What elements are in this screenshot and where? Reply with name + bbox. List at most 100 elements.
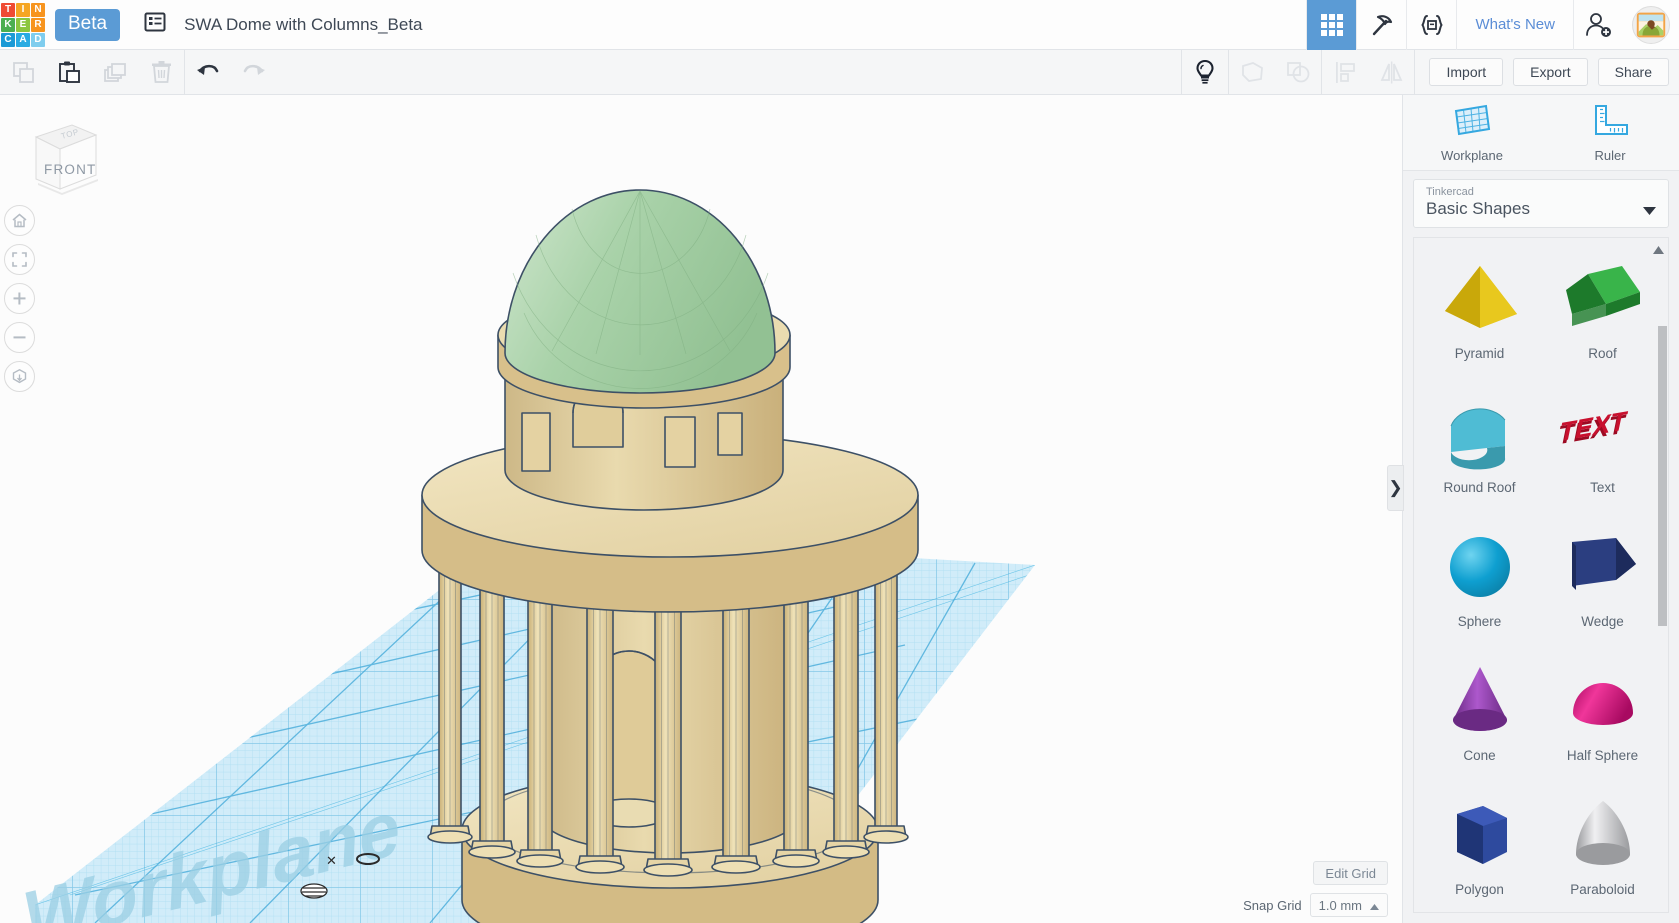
- light-bulb-icon[interactable]: [1182, 50, 1228, 95]
- shape-label: Round Roof: [1443, 480, 1516, 495]
- shape-library-dropdown[interactable]: Tinkercad Basic Shapes: [1413, 179, 1669, 228]
- ruler-icon: [1590, 103, 1630, 143]
- model-swa-dome[interactable]: [421, 189, 919, 923]
- shape-label: Sphere: [1457, 614, 1502, 629]
- export-button[interactable]: Export: [1513, 58, 1588, 86]
- zoom-out-button[interactable]: [4, 322, 35, 353]
- snap-grid-row: Snap Grid 1.0 mm: [1243, 893, 1388, 917]
- chevron-up-icon: [1370, 898, 1379, 913]
- logo-tile-n-2: N: [31, 2, 45, 17]
- polygon-icon: [1437, 788, 1523, 882]
- logo-tile-c-6: C: [1, 32, 15, 47]
- zoom-in-button[interactable]: [4, 283, 35, 314]
- delete-button[interactable]: [138, 50, 184, 95]
- edit-toolbar: Import Export Share: [0, 49, 1679, 95]
- shapes-panel: ❯ Workplane Ruler Tinkercad Basic Shapes…: [1387, 95, 1679, 923]
- shapes-scrollbar[interactable]: [1658, 326, 1667, 626]
- shape-item-wedge[interactable]: Wedge: [1541, 520, 1664, 650]
- beta-badge: Beta: [55, 8, 121, 41]
- shape-label: Half Sphere: [1566, 748, 1639, 763]
- logo-tile-a-7: A: [16, 32, 30, 47]
- snap-grid-select[interactable]: 1.0 mm: [1309, 893, 1388, 917]
- mirror-button[interactable]: [1368, 50, 1414, 95]
- paraboloid-icon: [1560, 788, 1646, 882]
- clipboard-group: [0, 50, 184, 95]
- tinkercad-app: TIN KER CAD Beta SWA Dome with Columns_Bet…: [0, 0, 1679, 923]
- logo-tile-t-0: T: [1, 2, 15, 17]
- shape-item-pyramid[interactable]: Pyramid: [1418, 252, 1541, 382]
- shape-label: Cone: [1463, 748, 1496, 763]
- shape-item-cone[interactable]: Cone: [1418, 654, 1541, 784]
- paste-button[interactable]: [46, 50, 92, 95]
- viewport-nav-controls: [4, 205, 35, 400]
- shape-item-round-roof[interactable]: Round Roof: [1418, 386, 1541, 516]
- projection-toggle-button[interactable]: [4, 361, 35, 392]
- wedge-icon: [1560, 520, 1646, 614]
- svg-text:✕: ✕: [326, 853, 337, 868]
- workplane-tool-label: Workplane: [1441, 147, 1503, 163]
- logo-tile-e-4: E: [16, 17, 30, 32]
- tinkercad-logo[interactable]: TIN KER CAD: [1, 2, 45, 47]
- grid-view-icon[interactable]: [1306, 0, 1357, 50]
- grid-controls: Edit Grid Snap Grid 1.0 mm: [1243, 861, 1388, 917]
- shape-item-polygon[interactable]: Polygon: [1418, 788, 1541, 912]
- shape-item-sphere[interactable]: Sphere: [1418, 520, 1541, 650]
- group-button[interactable]: [1229, 50, 1275, 95]
- chevron-down-icon: [1643, 202, 1656, 220]
- history-group: [185, 50, 277, 95]
- roof-icon: [1560, 252, 1646, 346]
- edit-grid-button[interactable]: Edit Grid: [1313, 861, 1388, 885]
- shape-label: Polygon: [1455, 882, 1504, 897]
- logo-tile-i-1: I: [16, 2, 30, 17]
- library-provider: Tinkercad: [1426, 186, 1474, 198]
- scene-canvas[interactable]: Workplane ✕: [0, 95, 1402, 923]
- undo-button[interactable]: [185, 50, 231, 95]
- fit-to-view-button[interactable]: [4, 244, 35, 275]
- view-cube-front-label: FRONT: [44, 162, 97, 177]
- page-title: SWA Dome with Columns_Beta: [184, 14, 423, 34]
- shape-item-roof[interactable]: Roof: [1541, 252, 1664, 382]
- scroll-up-arrow-icon[interactable]: [1653, 241, 1664, 259]
- panel-collapse-handle[interactable]: ❯: [1387, 465, 1404, 511]
- shape-label: Paraboloid: [1570, 882, 1635, 897]
- logo-tile-d-8: D: [31, 32, 45, 47]
- workplane-tool[interactable]: Workplane: [1403, 95, 1541, 170]
- import-button[interactable]: Import: [1429, 58, 1504, 86]
- text-icon: TEXT TEXT: [1560, 386, 1646, 480]
- panel-tools: Workplane Ruler: [1403, 95, 1679, 171]
- add-person-icon[interactable]: [1573, 0, 1623, 50]
- shape-item-half-sphere[interactable]: Half Sphere: [1541, 654, 1664, 784]
- shape-label: Pyramid: [1454, 346, 1505, 361]
- ruler-tool-label: Ruler: [1594, 147, 1626, 163]
- 3d-viewport[interactable]: Workplane ✕ FRONT TOP Edit Grid Snap Gri…: [0, 95, 1402, 923]
- top-bar: TIN KER CAD Beta SWA Dome with Columns_Bet…: [0, 0, 1679, 50]
- ruler-tool[interactable]: Ruler: [1541, 95, 1679, 170]
- ungroup-button[interactable]: [1275, 50, 1321, 95]
- logo-tile-r-5: R: [31, 17, 45, 32]
- model-dome: [504, 189, 776, 394]
- duplicate-button[interactable]: [92, 50, 138, 95]
- logo-tile-k-3: K: [1, 17, 15, 32]
- library-dropdown-wrap: Tinkercad Basic Shapes: [1403, 171, 1679, 228]
- pyramid-icon: [1437, 252, 1523, 346]
- shape-item-paraboloid[interactable]: Paraboloid: [1541, 788, 1664, 912]
- copy-button[interactable]: [0, 50, 46, 95]
- list-panel-icon[interactable]: [144, 11, 166, 38]
- shapes-grid: Pyramid Roof Round Roof TEXT TEXT Text S…: [1414, 238, 1668, 912]
- shape-label: Wedge: [1581, 614, 1624, 629]
- pickaxe-icon[interactable]: [1356, 0, 1406, 50]
- home-view-button[interactable]: [4, 205, 35, 236]
- align-button[interactable]: [1322, 50, 1368, 95]
- code-braces-icon[interactable]: [1406, 0, 1456, 50]
- redo-button[interactable]: [231, 50, 277, 95]
- whats-new-link[interactable]: What's New: [1456, 0, 1573, 50]
- snap-grid-label: Snap Grid: [1243, 897, 1302, 913]
- halfsphere-icon: [1560, 654, 1646, 748]
- share-button[interactable]: Share: [1597, 58, 1669, 86]
- workplane-icon: [1452, 103, 1492, 143]
- shapes-scroll-area[interactable]: Pyramid Roof Round Roof TEXT TEXT Text S…: [1413, 237, 1669, 913]
- snap-grid-value: 1.0 mm: [1318, 897, 1362, 913]
- view-cube[interactable]: FRONT TOP: [24, 113, 98, 195]
- avatar[interactable]: [1623, 0, 1679, 50]
- shape-item-text[interactable]: TEXT TEXT Text: [1541, 386, 1664, 516]
